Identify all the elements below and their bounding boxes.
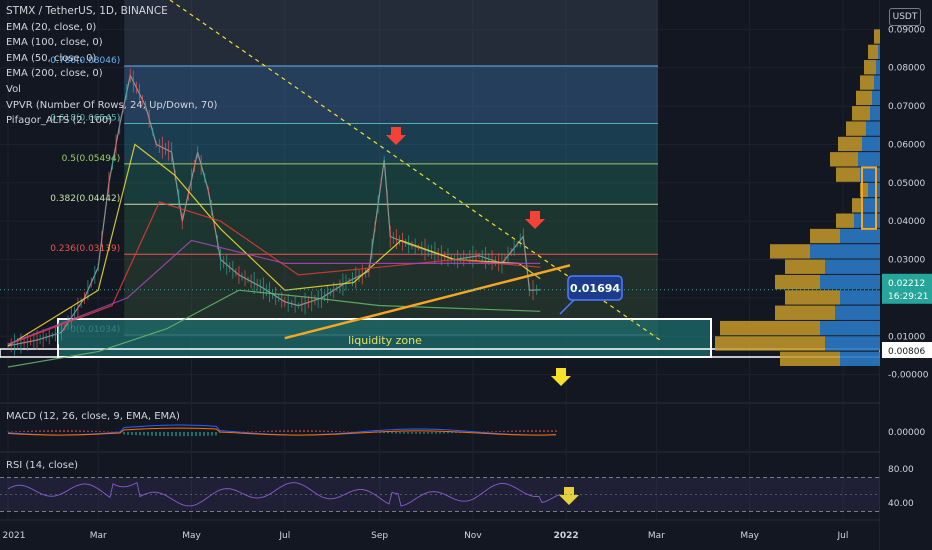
- vpvr-up-bar: [866, 121, 880, 136]
- vpvr-up-bar: [840, 351, 880, 366]
- crosshair-price-text: 0.00806: [888, 347, 925, 357]
- rsi-tick-label: 40.00: [888, 499, 914, 509]
- vpvr-up-bar: [868, 182, 880, 198]
- price-tick-label: 0.03000: [888, 256, 925, 266]
- macd-label[interactable]: MACD (12, 26, close, 9, EMA, EMA): [6, 411, 180, 422]
- vpvr-down-bar: [868, 44, 878, 60]
- price-tick-label: 0.09000: [888, 25, 925, 35]
- vpvr-down-bar: [852, 106, 870, 121]
- price-tick-label: 0.05000: [888, 179, 925, 189]
- vpvr-down-bar: [830, 152, 858, 167]
- time-tick-label: 2022: [554, 531, 579, 541]
- vpvr-down-bar: [785, 290, 840, 305]
- legend-ema100[interactable]: EMA (100, close, 0): [6, 35, 217, 51]
- legend-pifagor[interactable]: Pifagor_ALTS (2, 100): [6, 113, 217, 129]
- vpvr-down-bar: [838, 136, 862, 152]
- countdown-text: 16:29:21: [888, 292, 928, 302]
- vpvr-down-bar: [775, 274, 820, 290]
- price-axis: 0.09000 0.08000 0.07000 0.06000 0.05000 0.040…: [880, 0, 932, 550]
- price-tick-label: 0.08000: [888, 64, 925, 74]
- macd-tick-label: 0.00000: [888, 428, 925, 438]
- price-tick-label: -0.00000: [888, 371, 929, 381]
- legend-ema20[interactable]: EMA (20, close, 0): [6, 20, 217, 36]
- vpvr-up-bar: [858, 152, 880, 167]
- price-tick-label: 0.01000: [888, 332, 925, 342]
- vpvr-up-bar: [872, 90, 880, 106]
- indicator-legend: STMX / TetherUS, 1D, BINANCE EMA (20, cl…: [6, 4, 217, 129]
- rsi-pane: [0, 477, 880, 512]
- time-tick-label: May: [182, 531, 201, 541]
- vpvr-up-bar: [840, 228, 880, 244]
- vpvr-down-bar: [852, 198, 862, 213]
- legend-ema200[interactable]: EMA (200, close, 0): [6, 66, 217, 82]
- time-tick-label: Jul: [278, 531, 290, 541]
- price-tick-label: 0.06000: [888, 140, 925, 150]
- vpvr-up-bar: [870, 106, 880, 121]
- time-tick-label: Jul: [837, 531, 849, 541]
- vpvr-up-bar: [840, 290, 880, 305]
- vpvr-down-bar: [780, 351, 840, 366]
- vpvr-down-bar: [720, 320, 820, 336]
- vpvr-up-bar: [862, 198, 880, 213]
- vpvr-down-bar: [770, 244, 810, 259]
- vpvr-down-bar: [785, 259, 825, 274]
- vpvr-up-bar: [825, 259, 880, 274]
- vpvr-up-bar: [810, 244, 880, 259]
- rsi-tick-label: 80.00: [888, 465, 914, 475]
- last-price-text: 0.02212: [888, 279, 925, 289]
- legend-ema50[interactable]: EMA (50, close, 0): [6, 51, 217, 67]
- price-tick-label: 0.04000: [888, 217, 925, 227]
- vpvr-down-bar: [860, 75, 874, 90]
- time-tick-label: Sep: [371, 531, 388, 541]
- symbol-title[interactable]: STMX / TetherUS, 1D, BINANCE: [6, 4, 217, 20]
- fib-zone: [124, 204, 658, 255]
- macd-pane: [7, 424, 557, 437]
- vpvr-up-bar: [820, 274, 880, 290]
- fib-zone: [124, 163, 658, 205]
- vpvr-up-bar: [862, 136, 880, 152]
- vpvr-up-bar: [874, 75, 880, 90]
- vpvr-down-bar: [836, 213, 854, 228]
- vpvr-up-bar: [878, 44, 880, 60]
- time-tick-label: Mar: [648, 531, 665, 541]
- price-tick-label: 0.07000: [888, 102, 925, 112]
- time-tick-label: 2021: [3, 531, 26, 541]
- vpvr-up-bar: [835, 305, 880, 320]
- macd-line: [7, 424, 557, 436]
- vpvr-up-bar: [825, 336, 880, 351]
- vpvr-down-bar: [715, 336, 825, 351]
- vpvr-down-bar: [856, 90, 872, 106]
- vpvr-up-bar: [876, 60, 880, 75]
- vpvr-down-bar: [864, 60, 876, 75]
- legend-vol[interactable]: Vol: [6, 82, 217, 98]
- time-tick-label: Mar: [90, 531, 107, 541]
- price-callout-text: 0.01694: [570, 282, 620, 295]
- liquidity-zone-label: liquidity zone: [348, 334, 422, 347]
- time-tick-label: Nov: [464, 531, 482, 541]
- vpvr-down-bar: [775, 305, 835, 320]
- vpvr-down-bar: [846, 121, 866, 136]
- time-axis: 2021 Mar May Jul Sep Nov 2022 Mar May Jul: [3, 531, 849, 541]
- legend-vpvr[interactable]: VPVR (Number Of Rows, 24, Up/Down, 70): [6, 98, 217, 114]
- time-tick-label: May: [740, 531, 759, 541]
- vpvr-down-bar: [836, 167, 860, 182]
- vpvr-up-bar: [820, 320, 880, 336]
- currency-button[interactable]: USDT: [889, 8, 921, 26]
- vpvr-down-bar: [810, 228, 840, 244]
- rsi-label[interactable]: RSI (14, close): [6, 460, 78, 471]
- vpvr-down-bar: [874, 29, 880, 44]
- yellow-arrow: [551, 368, 571, 386]
- vpvr-histogram: [715, 29, 880, 366]
